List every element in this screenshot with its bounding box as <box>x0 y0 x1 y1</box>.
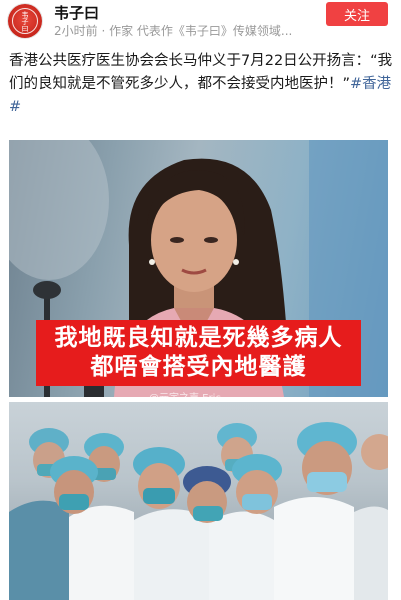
post-meta: 2小时前 · 作家 代表作《韦子曰》传媒领域... <box>54 24 293 38</box>
caption-line-1: 我地既良知就是死幾多病人 <box>54 325 343 351</box>
post-image-1[interactable]: 我地既良知就是死幾多病人 都唔會搭受內地醫護 @元宇之声 Eric <box>9 140 388 397</box>
author-name[interactable]: 韦子曰 <box>54 2 99 23</box>
follow-button[interactable]: 关注 <box>326 2 388 26</box>
medical-staff-illustration <box>9 422 388 600</box>
author-avatar[interactable]: 韦子曰 <box>8 4 42 38</box>
avatar-seal-text: 韦子曰 <box>21 10 29 32</box>
image-watermark: @元宇之声 Eric <box>149 389 221 397</box>
post-image-2[interactable] <box>9 402 388 600</box>
post-body: 香港公共医疗医生协会会长马仲义于7月22日公开扬言：“我们的良知就是不管死多少人… <box>9 50 393 119</box>
post-header: 韦子曰 韦子曰 2小时前 · 作家 代表作《韦子曰》传媒领域... 关注 <box>0 0 401 44</box>
caption-line-2: 都唔會搭受內地醫護 <box>90 354 307 380</box>
video-caption: 我地既良知就是死幾多病人 都唔會搭受內地醫護 <box>36 320 361 386</box>
post-text: 香港公共医疗医生协会会长马仲义于7月22日公开扬言：“我们的良知就是不管死多少人… <box>9 53 393 92</box>
red-seal-avatar-icon: 韦子曰 <box>12 8 38 34</box>
